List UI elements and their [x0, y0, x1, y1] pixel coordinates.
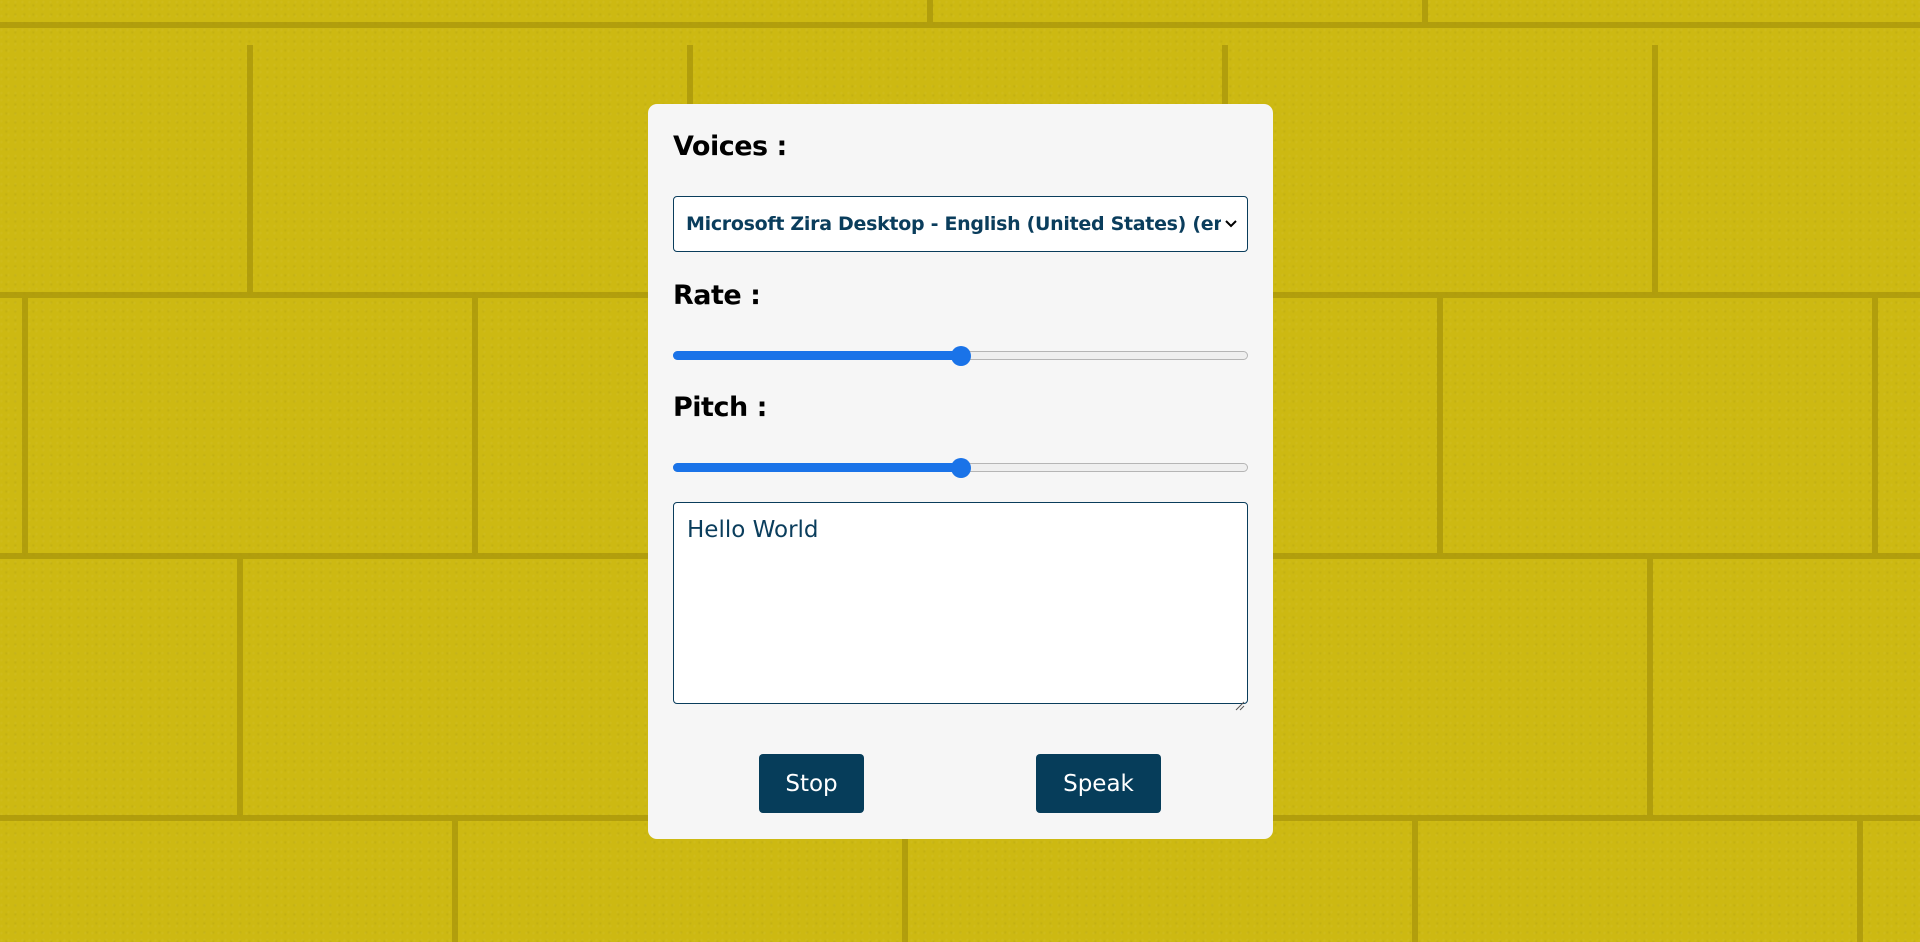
speech-text-input[interactable]: Hello World — [673, 502, 1248, 711]
voice-select[interactable]: Microsoft Zira Desktop - English (United… — [673, 196, 1248, 252]
rate-slider[interactable] — [673, 345, 1248, 367]
rate-label: Rate : — [673, 280, 761, 311]
chevron-down-icon — [1221, 213, 1241, 235]
voices-label: Voices : — [673, 131, 787, 162]
pitch-label: Pitch : — [673, 392, 767, 423]
speech-text-value: Hello World — [687, 517, 819, 543]
rate-slider-thumb[interactable] — [951, 346, 971, 366]
speech-settings-card: Voices : Microsoft Zira Desktop - Englis… — [648, 104, 1273, 839]
voice-select-value: Microsoft Zira Desktop - English (United… — [686, 213, 1224, 235]
pitch-slider-fill — [673, 463, 961, 472]
stop-button[interactable]: Stop — [759, 754, 864, 813]
rate-slider-fill — [673, 351, 961, 360]
pitch-slider[interactable] — [673, 457, 1248, 479]
speak-button[interactable]: Speak — [1036, 754, 1161, 813]
pitch-slider-thumb[interactable] — [951, 458, 971, 478]
resize-handle-icon[interactable] — [1235, 691, 1245, 711]
